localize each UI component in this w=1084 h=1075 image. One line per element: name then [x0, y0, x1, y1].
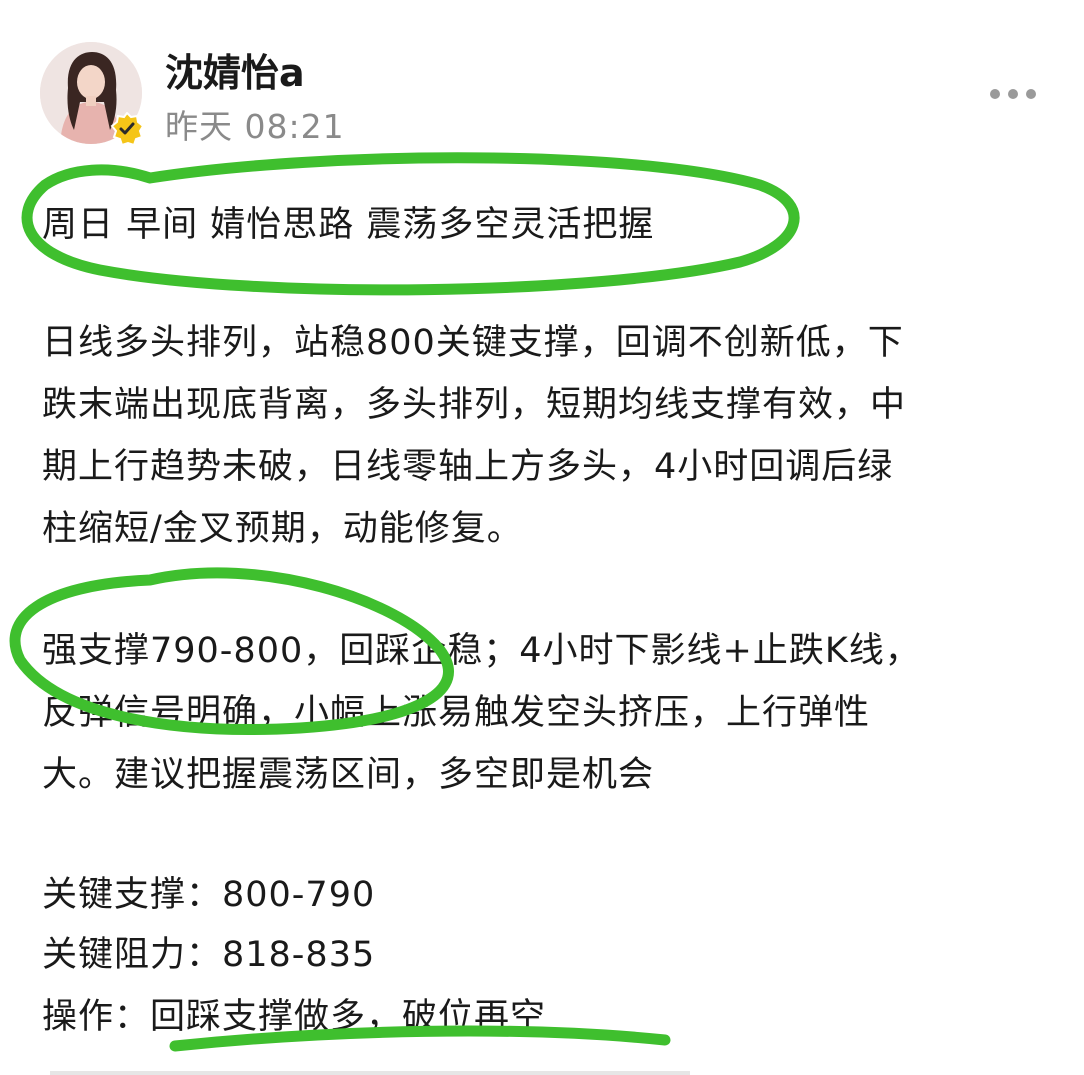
author-name[interactable]: 沈婧怡a — [165, 42, 305, 97]
paragraph-line: 大。建议把握震荡区间，多空即是机会 — [42, 755, 655, 795]
paragraph-line: 强支撑790-800，回踩企稳；4小时下影线+止跌K线， — [42, 631, 921, 671]
verified-badge-icon — [110, 111, 145, 147]
key-resistance: 关键阻力：818-835 — [42, 935, 376, 975]
more-dots-icon[interactable] — [990, 80, 1046, 108]
paragraph-line: 日线多头排列，站稳800关键支撑，回调不创新低，下 — [42, 323, 904, 363]
divider — [50, 1071, 690, 1075]
post-time: 昨天 08:21 — [165, 107, 345, 146]
paragraph-line: 期上行趋势未破，日线零轴上方多头，4小时回调后绿 — [42, 447, 894, 487]
key-support: 关键支撑：800-790 — [42, 875, 376, 915]
post-headline: 周日 早间 婧怡思路 震荡多空灵活把握 — [42, 205, 655, 245]
paragraph-line: 反弹信号明确，小幅上涨易触发空头挤压，上行弹性 — [42, 693, 871, 733]
paragraph-line: 柱缩短/金叉预期，动能修复。 — [42, 509, 523, 549]
post-paragraph-2: 强支撑790-800，回踩企稳；4小时下影线+止跌K线， 反弹信号明确，小幅上涨… — [42, 620, 921, 806]
operation-text: 操作：回踩支撑做多，破位再空 — [42, 997, 547, 1037]
post-paragraph-1: 日线多头排列，站稳800关键支撑，回调不创新低，下 跌末端出现底背离，多头排列，… — [42, 312, 906, 560]
paragraph-line: 跌末端出现底背离，多头排列，短期均线支撑有效，中 — [42, 385, 907, 425]
